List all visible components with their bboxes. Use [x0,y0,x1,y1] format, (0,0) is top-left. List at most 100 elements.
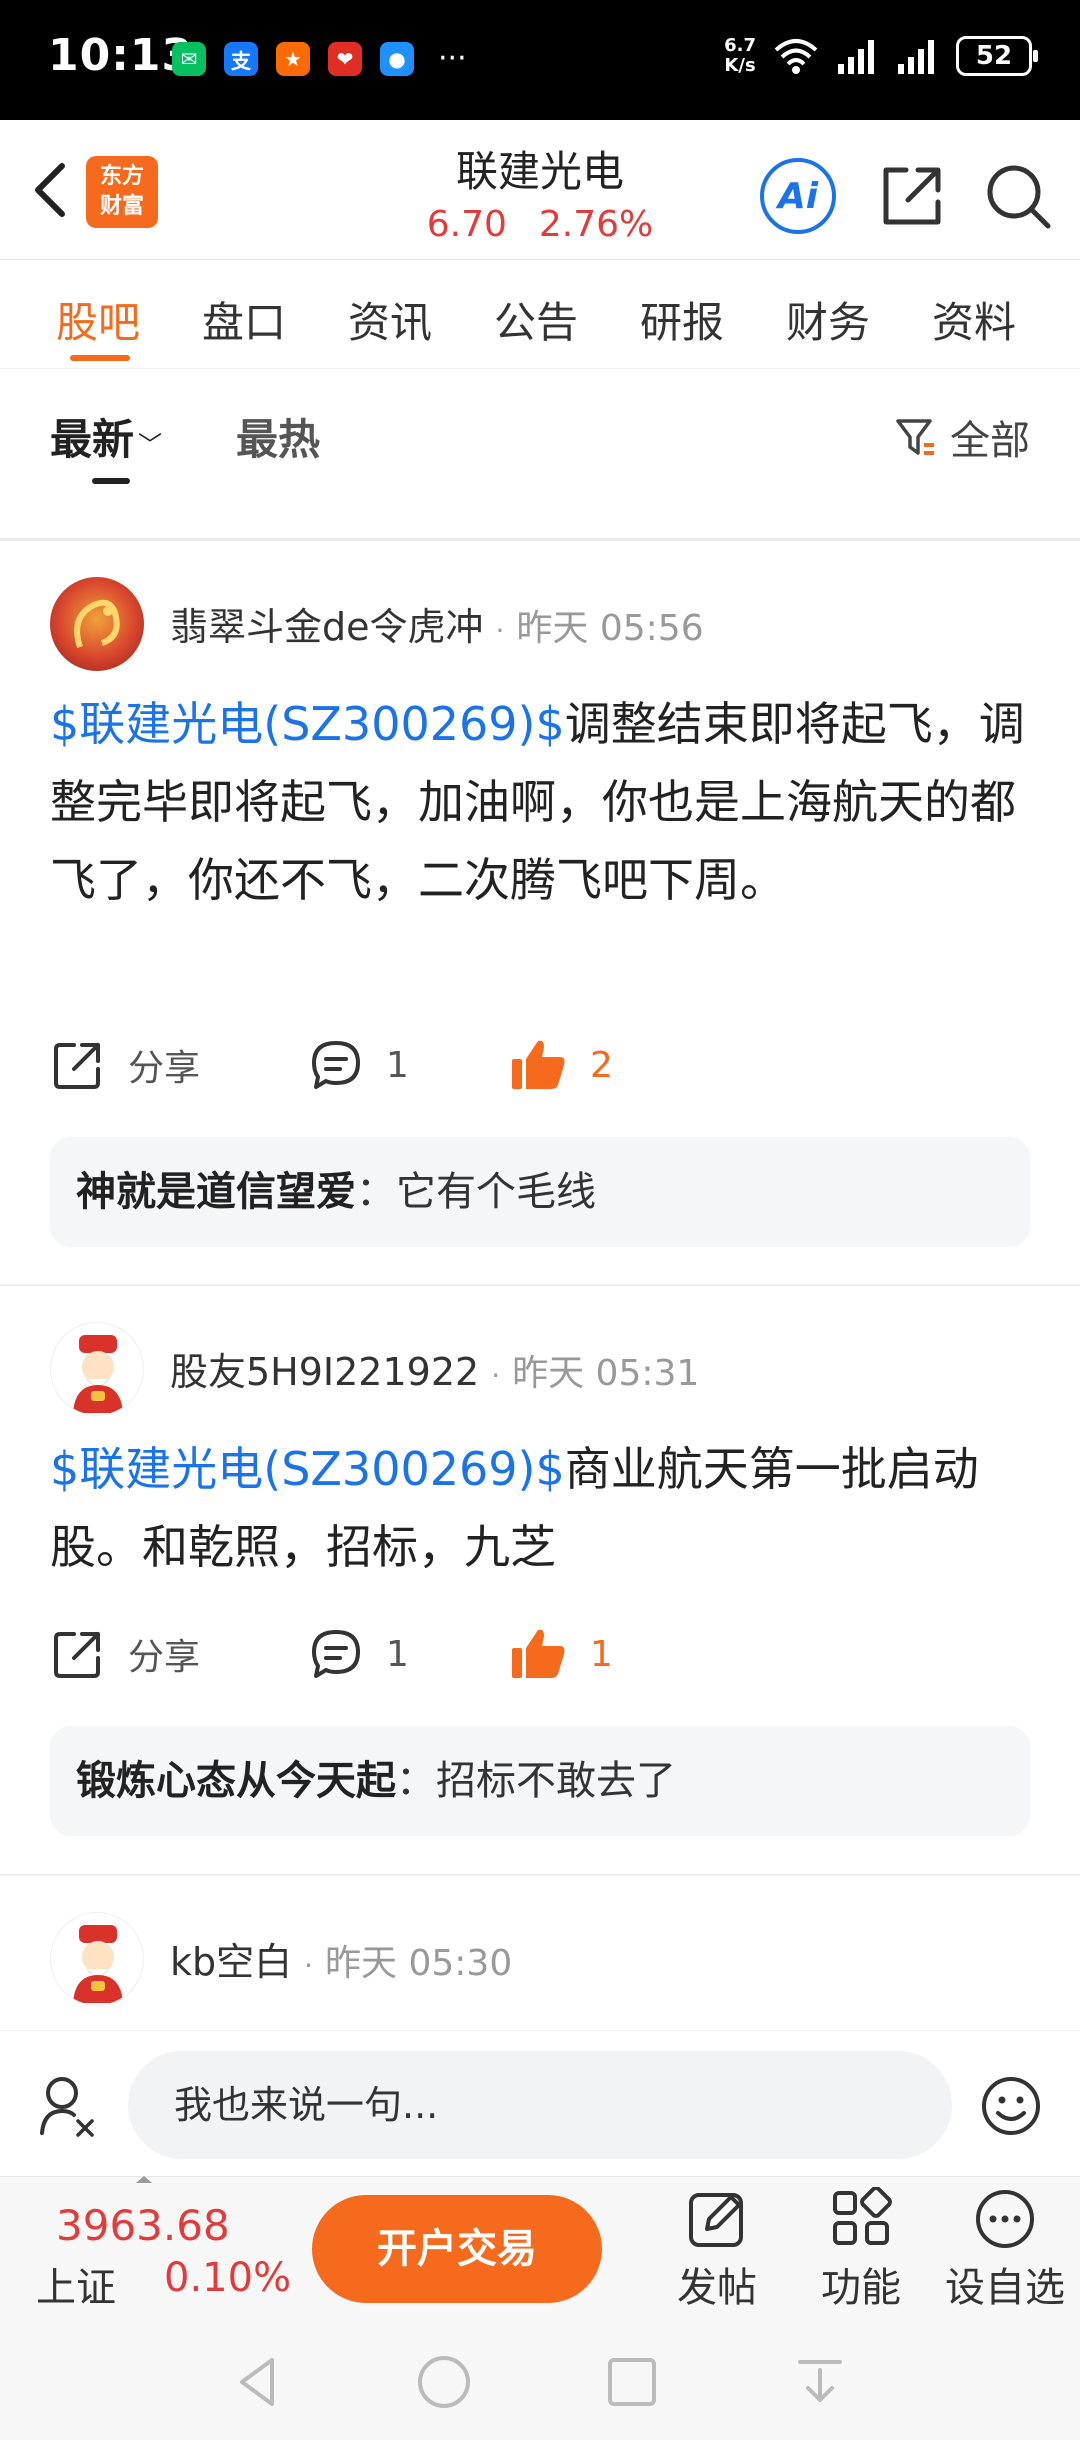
system-nav-bar [0,2316,1080,2440]
signal-icon [838,40,874,74]
post-time: 昨天 05:30 [325,1943,513,1984]
battery-indicator: 52 [956,36,1038,76]
avatar[interactable] [50,1912,144,2006]
post-author-line: 翡翠斗金de令虎冲 · 昨天 05:56 [170,605,704,649]
function-button[interactable]: 功能 [796,2187,926,2313]
post-button[interactable]: 发帖 [652,2187,782,2313]
post-card[interactable]: kb空白 · 昨天 05:30 [0,1876,1080,2030]
share-label: 分享 [128,1048,201,1089]
post-author[interactable]: kb空白 [170,1940,292,1984]
stock-header: 东方 财富 联建光电 6.70 2.76% Ai [0,120,1080,260]
share-button[interactable]: 分享 [50,1626,200,1682]
post-label: 发帖 [677,2265,757,2311]
post-author-line: kb空白 · 昨天 05:30 [170,1940,513,1984]
nav-recents-icon[interactable] [602,2352,662,2412]
post-time: 昨天 05:56 [516,608,704,649]
tab-guba[interactable]: 股吧 [56,289,140,350]
like-button[interactable]: 1 [510,1626,613,1682]
comment-count: 1 [386,1044,409,1086]
active-tab-indicator [70,355,130,361]
reply-preview[interactable]: 锻炼心态从今天起：招标不敢去了 [50,1726,1030,1836]
edit-icon [689,2193,743,2247]
post-author-line: 股友5H9I221922 · 昨天 05:31 [170,1350,700,1394]
post-actions: 分享 1 1 [50,1626,1030,1686]
fortune-god-avatar-icon [73,1335,123,1413]
add-watchlist-button[interactable]: 设自选 [940,2187,1070,2313]
sort-latest[interactable]: 最新 ﹀ [50,406,162,467]
fortune-god-avatar-icon [73,1925,123,2003]
reply-text: ：它有个毛线 [356,1169,596,1215]
post-card[interactable]: 翡翠斗金de令虎冲 · 昨天 05:56 $联建光电(SZ300269)$调整结束即… [0,541,1080,1284]
like-button[interactable]: 2 [510,1037,613,1093]
taobao-icon: ★ [276,42,310,76]
wechat-icon: ✉ [172,42,206,76]
thumbs-up-icon [512,1629,565,1678]
net-speed: 6.7 K/s [724,36,756,76]
signal-icon-2 [898,40,934,74]
nav-home-icon[interactable] [414,2352,474,2412]
post-time: 昨天 05:31 [512,1353,700,1394]
tab-pankou[interactable]: 盘口 [202,289,286,350]
comment-input-bar: 我也来说一句... [0,2030,1080,2176]
battery-level: 52 [975,41,1013,71]
reply-author[interactable]: 锻炼心态从今天起 [76,1758,396,1804]
share-label: 分享 [128,1637,201,1678]
tab-profile[interactable]: 资料 [932,289,1016,350]
comment-button[interactable]: 1 [308,1037,409,1093]
ai-assistant-button[interactable]: Ai [760,158,836,234]
chevron-down-icon: ﹀ [138,431,163,459]
comment-count: 1 [386,1633,409,1675]
thumbs-up-icon [512,1040,565,1089]
reply-text: ：招标不敢去了 [396,1758,676,1804]
alipay-icon: 支 [224,42,258,76]
avatar[interactable] [50,577,144,671]
notification-icons: ✉ 支 ★ ❤ ● ··· [172,42,467,76]
like-count: 1 [590,1633,613,1675]
share-icon [54,1043,100,1089]
post-card[interactable]: 股友5H9I221922 · 昨天 05:31 $联建光电(SZ300269)$商业… [0,1286,1080,1874]
caret-up-icon[interactable] [132,2173,156,2185]
search-icon[interactable] [980,158,1056,234]
filter-button[interactable]: 全部 [894,408,1030,466]
nav-hide-keyboard-icon[interactable] [790,2352,850,2412]
nav-back-icon[interactable] [228,2352,288,2412]
reply-author[interactable]: 神就是道信望爱 [76,1169,356,1215]
like-count: 2 [590,1044,613,1086]
more-circle-icon [976,2190,1034,2248]
function-label: 功能 [821,2265,901,2311]
index-value[interactable]: 3963.68 [56,2201,230,2250]
tab-news[interactable]: 资讯 [348,289,432,350]
stock-tag-link[interactable]: $联建光电(SZ300269)$ [50,697,565,751]
comment-icon [312,1041,360,1089]
emoji-icon[interactable] [980,2075,1042,2137]
open-account-trade-button[interactable]: 开户交易 [312,2195,602,2303]
avatar[interactable] [50,1322,144,1416]
stock-change: 2.76% [538,204,654,245]
comment-icon [312,1630,360,1678]
post-content[interactable]: $联建光电(SZ300269)$商业航天第一批启动股。和乾照，招标，九芝 [50,1430,1030,1586]
tab-research[interactable]: 研报 [640,289,724,350]
comment-input[interactable]: 我也来说一句... [128,2051,952,2159]
wifi-icon [774,39,818,74]
sort-hot[interactable]: 最热 [236,406,320,467]
index-name[interactable]: 上证 [36,2255,116,2313]
reply-preview[interactable]: 神就是道信望爱：它有个毛线 [50,1137,1030,1247]
net-speed-unit: K/s [724,55,756,76]
stock-price: 6.70 [426,204,507,245]
voice-input-icon[interactable] [38,2071,98,2141]
share-icon [54,1632,100,1678]
post-content[interactable]: $联建光电(SZ300269)$调整结束即将起飞，调整完毕即将起飞，加油啊，你也… [50,685,1030,919]
share-out-icon[interactable] [874,158,950,234]
bottom-toolbar: 3963.68 上证 0.10% 开户交易 发帖 功能 设自选 [0,2176,1080,2316]
tab-finance[interactable]: 财务 [786,289,870,350]
comment-button[interactable]: 1 [308,1626,409,1682]
share-button[interactable]: 分享 [50,1037,200,1093]
index-change[interactable]: 0.10% [164,2255,291,2301]
post-author[interactable]: 翡翠斗金de令虎冲 [170,605,484,649]
sort-latest-label: 最新 [50,415,135,464]
section-tabs: 股吧 盘口 资讯 公告 研报 财务 资料 [0,261,1080,369]
sort-bar: 最新 ﹀ 最热 全部 [0,370,1080,538]
tab-announcements[interactable]: 公告 [494,289,578,350]
stock-tag-link[interactable]: $联建光电(SZ300269)$ [50,1442,565,1496]
post-author[interactable]: 股友5H9I221922 [170,1350,479,1394]
